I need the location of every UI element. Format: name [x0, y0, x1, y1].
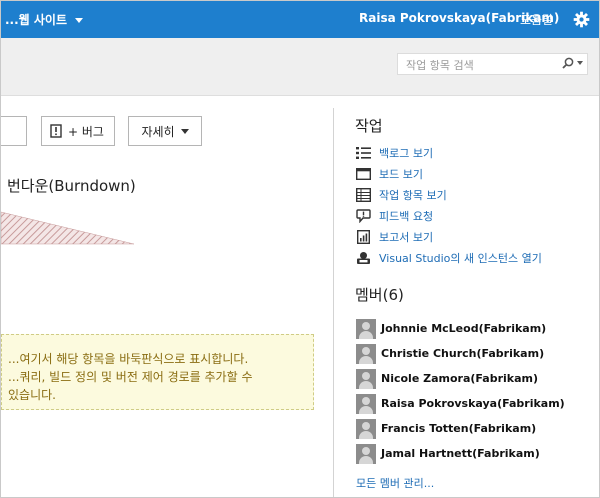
backlog-list-icon [356, 146, 371, 159]
link-label: 피드백 요청 [379, 209, 434, 223]
avatar [356, 393, 376, 414]
member-item[interactable]: Raisa Pokrovskaya(Fabrikam) [356, 391, 565, 416]
panel-divider [333, 108, 334, 497]
member-name: Christie Church(Fabrikam) [381, 347, 545, 360]
page-frame: ...웹 사이트 Raisa Pokrovskaya(Fabrikam) 도움말 [0, 0, 600, 498]
search-input[interactable] [398, 55, 556, 76]
gear-icon[interactable] [573, 11, 590, 28]
members-section-title: 멤버(6) [355, 286, 404, 304]
avatar [356, 343, 376, 364]
reports-link[interactable]: 보고서 보기 [356, 226, 542, 247]
search-button[interactable] [562, 57, 583, 69]
placeholder-notice: ...여기서 해당 항목을 바둑판식으로 표시합니다. ...쿼리, 빌드 정의… [1, 334, 314, 410]
member-item[interactable]: Johnnie McLeod(Fabrikam) [356, 316, 565, 341]
search-box [397, 53, 588, 76]
member-name: Johnnie McLeod(Fabrikam) [381, 322, 547, 335]
toolbar-button[interactable] [1, 116, 27, 146]
member-item[interactable]: Francis Totten(Fabrikam) [356, 416, 565, 441]
notice-line: 있습니다. [8, 388, 56, 402]
bug-icon [50, 124, 62, 138]
add-bug-button[interactable]: + 버그 [41, 116, 115, 146]
members-list: Johnnie McLeod(Fabrikam) Christie Church… [356, 316, 565, 466]
link-label: 보드 보기 [379, 167, 423, 181]
avatar [356, 418, 376, 439]
site-title: ...웹 사이트 [5, 13, 68, 27]
sub-header-bar [1, 38, 599, 96]
help-link[interactable]: 도움말 [520, 11, 553, 28]
report-icon [357, 229, 371, 244]
avatar [356, 368, 376, 389]
link-label: 보고서 보기 [379, 230, 434, 244]
notice-line: ...여기서 해당 항목을 바둑판식으로 표시합니다. [8, 352, 249, 366]
visual-studio-icon [357, 251, 370, 264]
notice-line: ...쿼리, 빌드 정의 및 버전 제어 경로를 추가할 수 [8, 370, 253, 384]
burndown-chart[interactable] [1, 209, 141, 249]
burndown-area [1, 211, 135, 245]
site-title-menu[interactable]: ...웹 사이트 [5, 11, 84, 28]
chevron-down-icon [75, 18, 84, 23]
feedback-link[interactable]: 피드백 요청 [356, 205, 542, 226]
details-label: 자세히 [141, 124, 175, 139]
member-item[interactable]: Nicole Zamora(Fabrikam) [356, 366, 565, 391]
member-name: Francis Totten(Fabrikam) [381, 422, 537, 435]
board-link[interactable]: 보드 보기 [356, 163, 542, 184]
chevron-down-icon [180, 128, 189, 134]
details-dropdown-button[interactable]: 자세히 [128, 116, 202, 146]
link-label: 백로그 보기 [379, 146, 434, 160]
open-visual-studio-link[interactable]: Visual Studio의 새 인스턴스 열기 [356, 247, 542, 268]
add-bug-label: + 버그 [68, 124, 104, 139]
search-icon [562, 57, 574, 69]
member-item[interactable]: Christie Church(Fabrikam) [356, 341, 565, 366]
avatar [356, 318, 376, 339]
work-links: 백로그 보기 보드 보기 작업 항목 보기 피드백 요청 보고서 보기 Visu… [356, 142, 542, 268]
link-label: 작업 항목 보기 [379, 188, 447, 202]
burndown-title: 번다운(Burndown) [7, 177, 136, 195]
member-name: Raisa Pokrovskaya(Fabrikam) [381, 397, 565, 410]
work-section-title: 작업 [355, 117, 383, 135]
member-name: Jamal Hartnett(Fabrikam) [381, 447, 540, 460]
work-items-grid-icon [356, 187, 371, 202]
board-icon [356, 167, 371, 180]
top-bar: ...웹 사이트 Raisa Pokrovskaya(Fabrikam) 도움말 [1, 1, 599, 38]
manage-members-link[interactable]: 모든 멤버 관리... [356, 475, 434, 491]
work-items-link[interactable]: 작업 항목 보기 [356, 184, 542, 205]
backlog-link[interactable]: 백로그 보기 [356, 142, 542, 163]
member-name: Nicole Zamora(Fabrikam) [381, 372, 538, 385]
link-label: Visual Studio의 새 인스턴스 열기 [379, 251, 542, 265]
feedback-bubble-icon [356, 208, 371, 223]
member-item[interactable]: Jamal Hartnett(Fabrikam) [356, 441, 565, 466]
chevron-down-icon [577, 61, 583, 65]
avatar [356, 443, 376, 464]
